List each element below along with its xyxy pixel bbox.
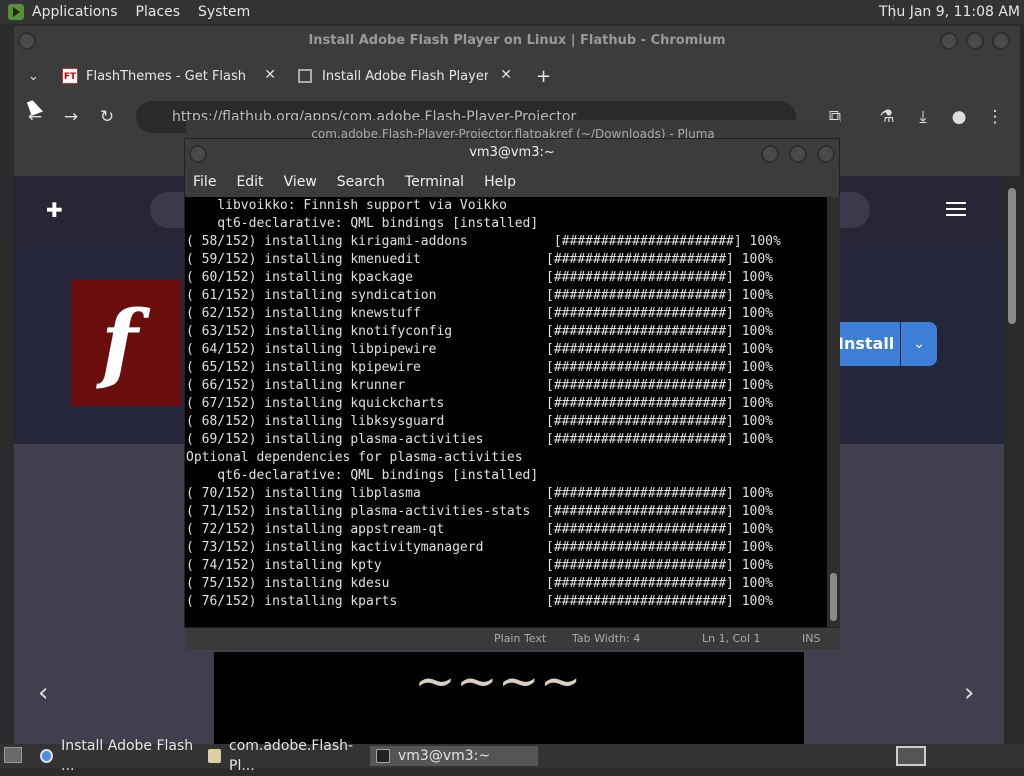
menu-view[interactable]: View [284,174,317,190]
terminal-window-title: vm3@vm3:~ [469,145,555,160]
download-icon[interactable]: ⤓ [912,106,934,128]
chromium-icon [40,749,54,763]
terminal-line: ( 65/152) installing kpipewire [########… [186,360,773,375]
menu-search[interactable]: Search [337,174,385,190]
syntax-selector[interactable]: Plain Text [494,632,546,645]
bottom-taskbar: Install Adobe Flash ... com.adobe.Flash-… [0,738,1024,774]
task-chromium[interactable]: Install Adobe Flash ... [34,738,198,774]
clock[interactable]: Thu Jan 9, 11:08 AM [879,4,1020,20]
window-menu-icon[interactable] [18,32,36,50]
tab-label: FlashThemes - Get Flash [86,68,247,84]
terminal-line: ( 64/152) installing libpipewire [######… [186,342,773,357]
chromium-window-title: Install Adobe Flash Player on Linux | Fl… [308,33,726,48]
terminal-line: qt6-declarative: QML bindings [installed… [186,468,539,483]
menu-help[interactable]: Help [484,174,516,190]
close-icon[interactable] [992,32,1010,50]
chromium-titlebar[interactable]: Install Adobe Flash Player on Linux | Fl… [14,26,1020,56]
show-desktop-icon[interactable] [4,747,22,763]
terminal-line: ( 63/152) installing knotifyconfig [####… [186,324,773,339]
terminal-line: Optional dependencies for plasma-activit… [186,450,523,465]
carousel-next-icon[interactable]: › [964,678,974,708]
menu-terminal[interactable]: Terminal [405,174,464,190]
terminal-titlebar[interactable]: vm3@vm3:~ [185,139,839,167]
pluma-icon [208,749,221,763]
flash-app-icon: f [71,280,181,406]
tab-flashthemes[interactable]: FT FlashThemes - Get Flash ✕ [62,60,282,92]
carousel-prev-icon[interactable]: ‹ [38,678,48,708]
cursor-position: Ln 1, Col 1 [702,632,761,645]
install-button[interactable]: Install [834,322,900,366]
terminal-menubar: File Edit View Search Terminal Help [185,167,839,197]
minimize-icon[interactable] [940,32,958,50]
new-tab-icon[interactable]: + [536,60,556,92]
terminal-line: ( 59/152) installing kmenuedit [########… [186,252,773,267]
menu-system[interactable]: System [198,4,250,20]
terminal-line: ( 75/152) installing kdesu [############… [186,576,773,591]
workspace-switcher[interactable] [896,746,926,766]
terminal-icon [376,749,390,763]
task-label: vm3@vm3:~ [398,748,491,764]
forward-icon[interactable]: → [60,106,82,128]
terminal-line: ( 71/152) installing plasma-activities-s… [186,504,773,519]
terminal-line: ( 73/152) installing kactivitymanagerd [… [186,540,773,555]
tab-strip: ⌄ FT FlashThemes - Get Flash ✕ Install A… [14,56,1020,96]
terminal-line: ( 68/152) installing libksysguard [#####… [186,414,773,429]
terminal-line: ( 60/152) installing kpackage [#########… [186,270,773,285]
flathub-favicon-icon [298,69,312,83]
distro-logo-icon[interactable] [8,4,24,20]
terminal-scrollbar-thumb[interactable] [830,573,837,621]
terminal-line: ( 69/152) installing plasma-activities [… [186,432,773,447]
maximize-icon[interactable] [966,32,984,50]
terminal-line: libvoikko: Finnish support via Voikko [186,198,507,213]
page-scrollbar-thumb[interactable] [1008,188,1016,324]
reload-icon[interactable]: ↻ [96,106,118,128]
task-label: Install Adobe Flash ... [61,738,194,774]
terminal-line: ( 62/152) installing knewstuff [########… [186,306,773,321]
terminal-line: ( 66/152) installing krunner [##########… [186,378,773,393]
insert-mode: INS [802,632,821,645]
tab-close-icon[interactable]: ✕ [264,67,276,83]
task-label: com.adobe.Flash-Pl... [229,738,354,774]
screenshot-logo-art: ~~~~ [414,652,582,710]
terminal-scrollbar[interactable] [827,197,840,627]
terminal-line: ( 72/152) installing appstream-qt [#####… [186,522,773,537]
page-scrollbar[interactable] [1004,176,1020,744]
flashthemes-favicon-icon: FT [62,68,78,84]
tab-flathub[interactable]: Install Adobe Flash Player on ✕ [298,60,518,92]
top-panel: Applications Places System Thu Jan 9, 11… [0,0,1024,24]
tab-width-selector[interactable]: Tab Width: 4 [572,632,640,645]
menu-file[interactable]: File [193,174,216,190]
menu-edit[interactable]: Edit [236,174,263,190]
hamburger-menu-icon[interactable] [946,202,966,216]
labs-flask-icon[interactable]: ⚗ [876,106,898,128]
terminal-line: ( 70/152) installing libplasma [########… [186,486,773,501]
maximize-icon[interactable] [789,145,807,163]
terminal-window: vm3@vm3:~ File Edit View Search Terminal… [184,138,840,628]
pluma-statusbar: Plain Text Tab Width: 4 Ln 1, Col 1 INS [186,628,840,650]
terminal-line: ( 76/152) installing kparts [###########… [186,594,773,609]
terminal-line: ( 61/152) installing syndication [######… [186,288,773,303]
terminal-line: ( 67/152) installing kquickcharts [#####… [186,396,773,411]
terminal-line: ( 74/152) installing kpty [#############… [186,558,773,573]
terminal-output[interactable]: libvoikko: Finnish support via Voikko qt… [185,197,827,627]
menu-applications[interactable]: Applications [32,4,118,20]
tab-search-icon[interactable]: ⌄ [28,60,48,92]
menu-places[interactable]: Places [136,4,181,20]
terminal-line: ( 58/152) installing kirigami-addons [##… [186,234,781,249]
task-terminal[interactable]: vm3@vm3:~ [370,746,538,766]
tab-close-icon[interactable]: ✕ [500,67,512,83]
terminal-line: qt6-declarative: QML bindings [installed… [186,216,539,231]
app-screenshot: ~~~~ [214,652,804,744]
pluma-titlebar[interactable]: com.adobe.Flash-Player-Projector.flatpak… [186,120,840,140]
window-menu-icon[interactable] [189,145,207,163]
minimize-icon[interactable] [761,145,779,163]
install-options-chevron-icon[interactable]: ⌄ [901,322,937,366]
tab-label: Install Adobe Flash Player on [322,68,488,84]
profile-icon[interactable]: ● [948,106,970,128]
flathub-logo-icon[interactable]: ✚ [46,198,70,222]
close-icon[interactable] [817,145,835,163]
task-pluma[interactable]: com.adobe.Flash-Pl... [202,738,368,774]
chrome-menu-icon[interactable]: ⋮ [984,106,1006,128]
